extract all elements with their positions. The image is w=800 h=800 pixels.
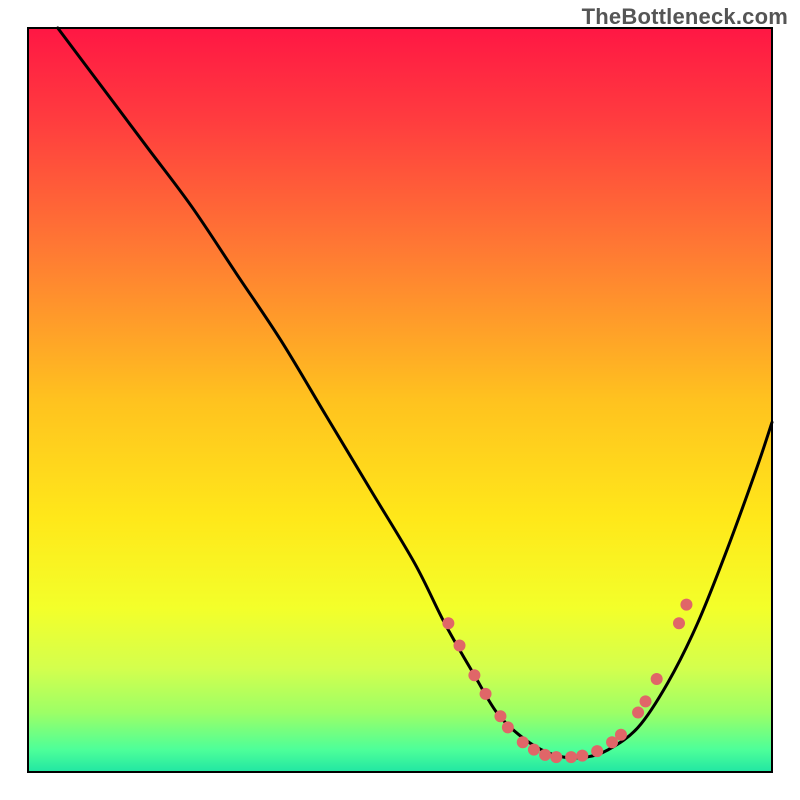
highlight-point [528, 744, 540, 756]
highlight-point [565, 751, 577, 763]
highlight-point [502, 721, 514, 733]
highlight-point [680, 599, 692, 611]
highlight-point [615, 729, 627, 741]
bottleneck-chart [0, 0, 800, 800]
highlight-point [468, 669, 480, 681]
chart-container: TheBottleneck.com [0, 0, 800, 800]
highlight-point [591, 745, 603, 757]
highlight-point [632, 706, 644, 718]
highlight-point [442, 617, 454, 629]
highlight-point [517, 736, 529, 748]
highlight-point [454, 640, 466, 652]
highlight-point [480, 688, 492, 700]
highlight-point [651, 673, 663, 685]
highlight-point [640, 695, 652, 707]
highlight-point [576, 750, 588, 762]
highlight-point [673, 617, 685, 629]
highlight-point [550, 751, 562, 763]
highlight-point [494, 710, 506, 722]
watermark-text: TheBottleneck.com [582, 4, 788, 30]
highlight-point [539, 749, 551, 761]
